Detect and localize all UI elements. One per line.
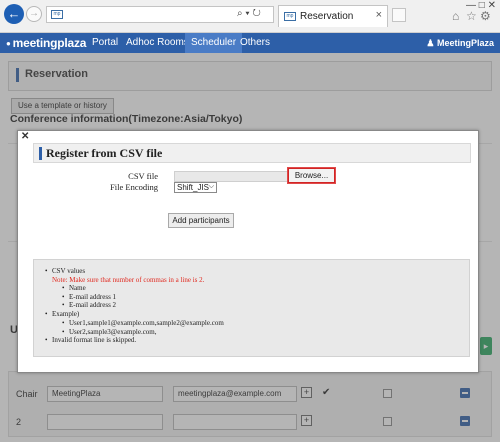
help-examples: User1,sample1@example.com,sample2@exampl… [69,319,224,336]
csv-help-box: CSV values Note: Make sure that number o… [33,259,470,357]
help-list: CSV values Note: Make sure that number o… [52,267,204,284]
logo-text: meetingplaza [12,36,87,50]
browser-chrome: ← → mp ⌕ ▾ ↻ mp Reservation × ⌂ ☆ ⚙ — □ … [0,0,500,33]
nav-portal[interactable]: Portal [86,33,124,53]
help-field: E-mail address 1 [69,293,116,302]
help-fields-list: Name E-mail address 1 E-mail address 2 [69,284,116,310]
csv-register-dialog: ✕ Register from CSV file CSV file Browse… [17,130,479,373]
tab-close-icon[interactable]: × [376,9,382,21]
new-tab-button[interactable] [392,8,406,22]
nav-adhoc-rooms[interactable]: Adhoc Rooms [120,33,195,53]
encoding-value: Shift_JIS [177,183,210,192]
site-favicon-icon: mp [51,10,63,19]
nav-others[interactable]: Others [234,33,276,53]
help-example: User1,sample1@example.com,sample2@exampl… [69,319,224,328]
help-field: E-mail address 2 [69,301,116,310]
csv-file-label: CSV file [128,171,158,181]
help-field: Name [69,284,116,293]
forward-arrow-icon[interactable]: → [26,6,42,22]
address-controls[interactable]: ⌕ ▾ ↻ [237,8,261,19]
browse-button[interactable]: Browse... [287,167,336,184]
back-arrow-icon[interactable]: ← [4,4,24,24]
help-example: User2,sample3@example.com, [69,328,224,337]
help-invalid: Invalid format line is skipped. [52,336,136,345]
tab-favicon-icon: mp [284,12,296,21]
help-note: Note: Make sure that number of commas in… [52,275,205,284]
file-encoding-label: File Encoding [110,182,158,192]
add-participants-button[interactable]: Add participants [168,213,234,228]
home-icon[interactable]: ⌂ [452,10,459,22]
logo-mark-icon: ● [6,39,11,48]
tab-reservation[interactable]: mp Reservation × [278,5,388,27]
csv-file-path-field[interactable] [174,171,288,182]
app-navbar: ● meetingplaza Portal Adhoc Rooms Schedul… [0,33,500,53]
dialog-title: Register from CSV file [46,146,163,160]
help-example-list: Example) [52,310,79,319]
help-example-label: Example) [52,310,79,319]
favorites-star-icon[interactable]: ☆ [466,10,477,22]
settings-gear-icon[interactable]: ⚙ [480,10,491,22]
tab-title: Reservation [300,11,354,22]
address-bar[interactable]: mp ⌕ ▾ ↻ [46,6,274,23]
dialog-title-bar: Register from CSV file [33,143,471,163]
help-invalid-list: Invalid format line is skipped. [52,336,136,345]
file-encoding-select[interactable]: Shift_JIS ⌵ [174,182,217,193]
user-menu[interactable]: ♟ MeetingPlaza [426,33,494,53]
chevron-down-icon: ⌵ [208,183,214,190]
accent-bar [39,147,42,160]
window-controls[interactable]: — □ ✕ [466,0,496,11]
close-icon[interactable]: ✕ [21,131,29,142]
meetingplaza-logo[interactable]: ● meetingplaza [6,36,86,50]
help-csv-values: CSV values [52,267,204,276]
